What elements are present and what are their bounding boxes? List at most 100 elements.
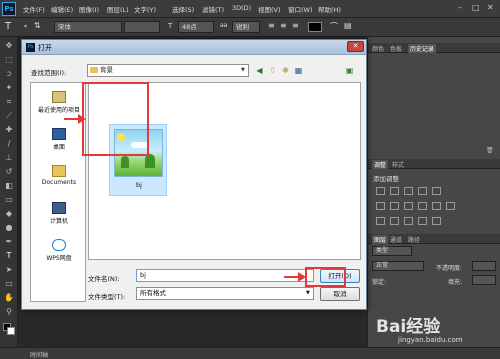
up-folder-icon[interactable]: ⇧ [267, 65, 278, 76]
trash-icon[interactable]: 🗑 [486, 147, 494, 154]
align-left-icon[interactable]: ≡ [268, 21, 275, 30]
cancel-button[interactable]: 取消 [320, 287, 360, 301]
file-type-select[interactable]: 所有格式 [136, 287, 314, 300]
font-style-select[interactable] [124, 21, 160, 33]
eraser-tool-icon[interactable]: ◧ [4, 181, 14, 191]
dodge-tool-icon[interactable]: ● [4, 223, 14, 233]
channel-mixer-adjust-icon[interactable] [432, 202, 441, 210]
font-size-select[interactable]: 48点 [178, 21, 214, 33]
fill-input[interactable] [472, 275, 496, 285]
menu-help[interactable]: 帮助(H) [318, 4, 341, 14]
place-recent[interactable]: 最近使用的项目 [31, 91, 87, 114]
hue-saturation-adjust-icon[interactable] [376, 202, 385, 210]
history-brush-tool-icon[interactable]: ↺ [4, 167, 14, 177]
antialias-select[interactable]: 锐利 [232, 21, 260, 33]
pen-tool-icon[interactable]: ✒ [4, 237, 14, 247]
crop-tool-icon[interactable]: ⌗ [4, 97, 14, 107]
file-name-label: bj [136, 181, 142, 189]
align-right-icon[interactable]: ≡ [292, 21, 299, 30]
place-computer[interactable]: 计算机 [31, 202, 87, 225]
invert-adjust-icon[interactable] [376, 217, 385, 225]
color-balance-adjust-icon[interactable] [390, 202, 399, 210]
view-menu-icon[interactable]: ▦ [293, 65, 304, 76]
menu-3d[interactable]: 3D(D) [232, 4, 251, 12]
menu-window[interactable]: 窗口(W) [288, 4, 313, 14]
font-family-select[interactable]: 宋体 [54, 21, 122, 33]
tab-layers[interactable]: 图层 [372, 235, 389, 244]
tab-channels[interactable]: 通道 [390, 235, 402, 244]
file-name-field-label: 文件名(N): [88, 275, 120, 283]
gradient-tool-icon[interactable]: ▭ [4, 195, 14, 205]
photoshop-logo: Ps [2, 2, 16, 16]
menu-view[interactable]: 视图(V) [258, 4, 281, 14]
maximize-icon[interactable]: □ [472, 3, 480, 12]
curves-adjust-icon[interactable] [404, 187, 413, 195]
gradient-map-adjust-icon[interactable] [432, 217, 441, 225]
menu-edit[interactable]: 编辑(E) [51, 4, 73, 14]
hand-tool-icon[interactable]: ✋ [4, 293, 14, 303]
tab-swatches[interactable]: 色板 [390, 44, 402, 53]
preview-toggle-icon[interactable]: ▣ [344, 65, 355, 76]
magic-wand-tool-icon[interactable]: ✦ [4, 83, 14, 93]
minimize-icon[interactable]: – [458, 3, 462, 12]
cloud-icon [52, 239, 66, 251]
path-select-tool-icon[interactable]: ➤ [4, 265, 14, 275]
posterize-adjust-icon[interactable] [390, 217, 399, 225]
color-lookup-adjust-icon[interactable] [446, 202, 455, 210]
layer-kind-filter[interactable]: 类型 [372, 246, 412, 256]
brightness-adjust-icon[interactable] [376, 187, 385, 195]
timeline-tab[interactable]: 时间轴 [30, 350, 48, 359]
text-color-swatch[interactable] [308, 22, 322, 32]
levels-adjust-icon[interactable] [390, 187, 399, 195]
chevron-down-icon[interactable]: ▼ [306, 290, 310, 296]
selective-color-adjust-icon[interactable] [418, 217, 427, 225]
menu-select[interactable]: 选择(S) [172, 4, 194, 14]
lasso-tool-icon[interactable]: ↄ [4, 69, 14, 79]
place-wps-cloud[interactable]: WPS网盘 [31, 239, 87, 262]
tab-history[interactable]: 历史记录 [408, 44, 437, 53]
look-in-select[interactable]: 背景 [87, 64, 249, 77]
move-tool-icon[interactable]: ✥ [4, 41, 14, 51]
eyedropper-tool-icon[interactable]: ⟋ [4, 111, 14, 121]
photo-filter-adjust-icon[interactable] [418, 202, 427, 210]
threshold-adjust-icon[interactable] [404, 217, 413, 225]
menu-image[interactable]: 图像(I) [79, 4, 99, 14]
zoom-tool-icon[interactable]: ⚲ [4, 307, 14, 317]
place-documents[interactable]: Documents [31, 165, 87, 186]
stamp-tool-icon[interactable]: ⊥ [4, 153, 14, 163]
blend-mode-select[interactable]: 正常 [372, 261, 424, 271]
character-panel-icon[interactable]: ▤ [344, 21, 352, 30]
tab-paths[interactable]: 路径 [408, 235, 420, 244]
warp-text-icon[interactable]: ⌒ [330, 21, 338, 32]
place-desktop[interactable]: 桌面 [31, 128, 87, 151]
new-folder-icon[interactable]: ✱ [280, 65, 291, 76]
menu-file[interactable]: 文件(F) [23, 4, 45, 14]
background-color-swatch[interactable] [7, 327, 15, 335]
menu-type[interactable]: 文字(Y) [134, 4, 156, 14]
healing-tool-icon[interactable]: ✚ [4, 125, 14, 135]
exposure-adjust-icon[interactable] [418, 187, 427, 195]
align-center-icon[interactable]: ≡ [280, 21, 287, 30]
menu-filter[interactable]: 滤镜(T) [202, 4, 224, 14]
orientation-icon[interactable]: ⇅ [34, 21, 41, 30]
type-tool-icon[interactable]: T [4, 251, 14, 261]
blur-tool-icon[interactable]: ◆ [4, 209, 14, 219]
shape-tool-icon[interactable]: ▭ [4, 279, 14, 289]
opacity-input[interactable] [472, 261, 496, 271]
chevron-down-icon[interactable]: ▼ [241, 67, 245, 73]
tab-styles[interactable]: 样式 [392, 160, 404, 169]
brush-tool-icon[interactable]: ∕ [4, 139, 14, 149]
black-white-adjust-icon[interactable] [404, 202, 413, 210]
menu-layer[interactable]: 图层(L) [107, 4, 129, 14]
back-icon[interactable]: ◀ [254, 65, 265, 76]
vibrance-adjust-icon[interactable] [432, 187, 441, 195]
dialog-title: 打开 [38, 44, 52, 52]
close-icon[interactable]: ✕ [487, 3, 494, 12]
tool-preset-arrow-icon[interactable]: ▾ [24, 23, 27, 30]
right-panel-dock: 颜色 色板 历史记录 🗑 调整 样式 添加调整 图层 通道 路径 类型 正常 不… [367, 37, 500, 347]
tab-adjustments[interactable]: 调整 [372, 160, 389, 169]
tab-color[interactable]: 颜色 [372, 44, 384, 53]
text-tool-icon[interactable]: T [5, 21, 11, 32]
dialog-close-button[interactable]: ✕ [347, 41, 364, 52]
marquee-tool-icon[interactable]: ⬚ [4, 55, 14, 65]
